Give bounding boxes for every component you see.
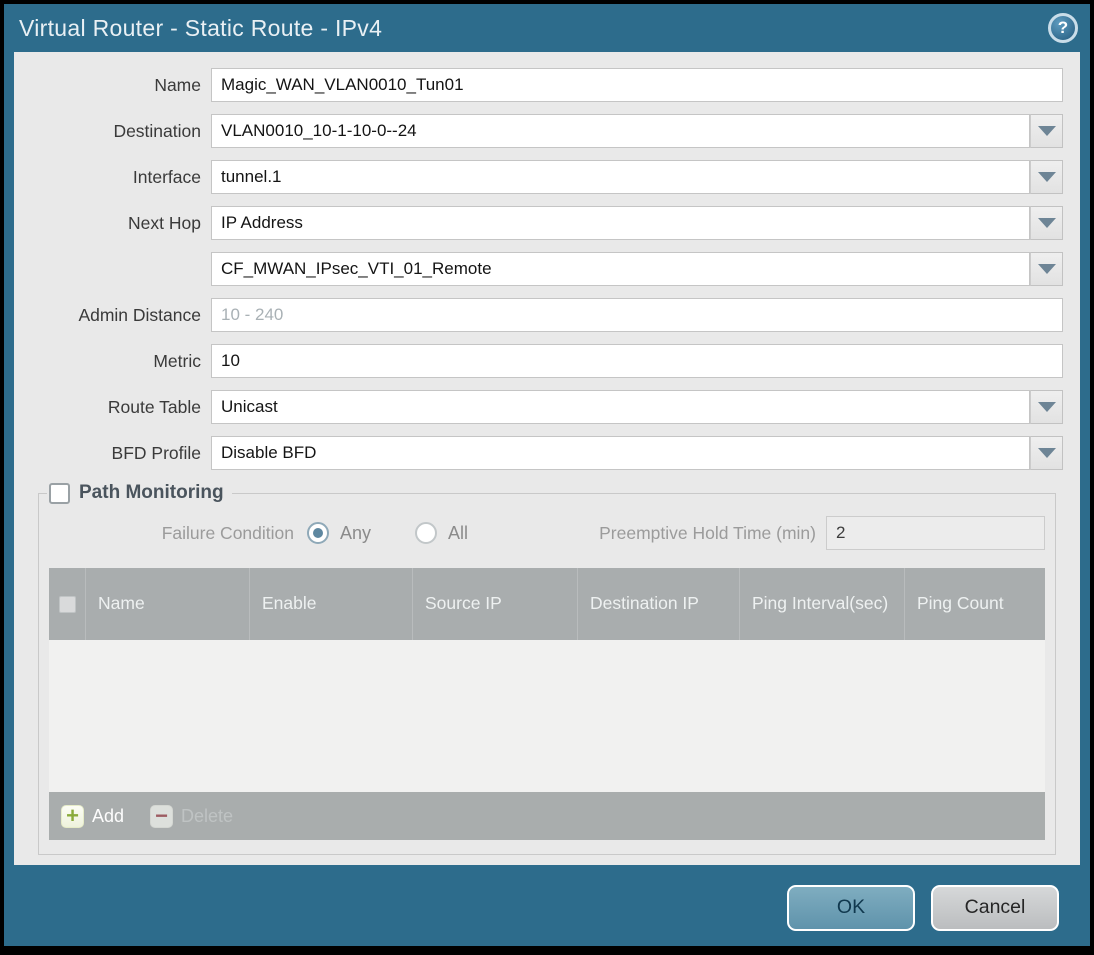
- preemptive-hold-time-label: Preemptive Hold Time (min): [599, 522, 816, 543]
- column-header-name: Name: [85, 568, 249, 640]
- column-header-source-ip: Source IP: [412, 568, 577, 640]
- name-input[interactable]: [211, 68, 1063, 102]
- static-route-dialog: Virtual Router - Static Route - IPv4 ? N…: [4, 4, 1090, 946]
- failure-condition-any-option[interactable]: Any: [307, 522, 371, 544]
- chevron-down-icon: [1037, 172, 1056, 182]
- next-hop-type-dropdown-button[interactable]: [1030, 206, 1063, 240]
- path-monitoring-table: Name Enable Source IP Destination IP Pin…: [49, 568, 1045, 840]
- route-table-label: Route Table: [107, 396, 201, 417]
- path-monitoring-legend: Path Monitoring: [47, 482, 232, 504]
- column-header-ping-interval: Ping Interval(sec): [739, 568, 904, 640]
- interface-dropdown-button[interactable]: [1030, 160, 1063, 194]
- dialog-titlebar: Virtual Router - Static Route - IPv4 ?: [4, 4, 1090, 52]
- metric-label: Metric: [153, 350, 201, 371]
- metric-row: Metric: [31, 344, 1063, 378]
- chevron-down-icon: [1037, 448, 1056, 458]
- radio-all-label: All: [448, 522, 469, 543]
- interface-row: Interface: [31, 160, 1063, 194]
- dialog-content: Name Destination Interface: [14, 52, 1080, 865]
- help-icon[interactable]: ?: [1048, 13, 1078, 43]
- admin-distance-label: Admin Distance: [78, 304, 201, 325]
- route-table-dropdown-button[interactable]: [1030, 390, 1063, 424]
- route-table-row: Route Table: [31, 390, 1063, 424]
- delete-button[interactable]: − Delete: [150, 804, 233, 828]
- plus-icon: +: [61, 804, 84, 828]
- next-hop-address-dropdown-button[interactable]: [1030, 252, 1063, 286]
- path-monitoring-title: Path Monitoring: [79, 482, 224, 503]
- bfd-profile-dropdown-button[interactable]: [1030, 436, 1063, 470]
- column-header-ping-count: Ping Count: [904, 568, 1045, 640]
- dialog-footer: OK Cancel: [4, 865, 1090, 946]
- column-header-enable: Enable: [249, 568, 412, 640]
- bfd-profile-label: BFD Profile: [111, 442, 201, 463]
- name-label: Name: [154, 74, 201, 95]
- failure-condition-row: Failure Condition Any All Preemptive Hol…: [49, 516, 1045, 550]
- table-footer-bar: + Add − Delete: [49, 792, 1045, 840]
- next-hop-label: Next Hop: [128, 212, 201, 233]
- preemptive-hold-time-input[interactable]: [826, 516, 1045, 550]
- radio-any-label: Any: [340, 522, 372, 543]
- interface-label: Interface: [132, 166, 201, 187]
- next-hop-type-input[interactable]: [211, 206, 1030, 240]
- chevron-down-icon: [1037, 126, 1056, 136]
- next-hop-address-input[interactable]: [211, 252, 1030, 286]
- select-all-checkbox[interactable]: [58, 595, 76, 613]
- path-monitoring-checkbox[interactable]: [49, 482, 70, 504]
- destination-input[interactable]: [211, 114, 1030, 148]
- failure-condition-label: Failure Condition: [161, 522, 294, 543]
- table-header-checkbox-cell: [49, 568, 85, 640]
- path-monitoring-section: Path Monitoring Failure Condition Any Al…: [38, 482, 1056, 855]
- table-header-row: Name Enable Source IP Destination IP Pin…: [49, 568, 1045, 640]
- failure-condition-all-option[interactable]: All: [415, 522, 468, 544]
- next-hop-row: Next Hop: [31, 206, 1063, 240]
- destination-dropdown-button[interactable]: [1030, 114, 1063, 148]
- cancel-button[interactable]: Cancel: [931, 884, 1059, 931]
- admin-distance-input[interactable]: [211, 298, 1063, 332]
- radio-all[interactable]: [415, 522, 438, 544]
- add-button[interactable]: + Add: [61, 804, 124, 828]
- radio-any[interactable]: [307, 522, 329, 544]
- next-hop-address-row: [31, 252, 1063, 286]
- table-body-empty: [49, 640, 1045, 792]
- destination-row: Destination: [31, 114, 1063, 148]
- admin-distance-row: Admin Distance: [31, 298, 1063, 332]
- route-table-input[interactable]: [211, 390, 1030, 424]
- minus-icon: −: [150, 804, 174, 828]
- metric-input[interactable]: [211, 344, 1063, 378]
- name-row: Name: [31, 68, 1063, 102]
- bfd-profile-row: BFD Profile: [31, 436, 1063, 470]
- column-header-destination-ip: Destination IP: [577, 568, 739, 640]
- dialog-title: Virtual Router - Static Route - IPv4: [19, 14, 383, 41]
- destination-label: Destination: [113, 120, 201, 141]
- bfd-profile-input[interactable]: [211, 436, 1030, 470]
- chevron-down-icon: [1037, 218, 1056, 228]
- ok-button[interactable]: OK: [787, 884, 915, 931]
- chevron-down-icon: [1037, 264, 1056, 274]
- interface-input[interactable]: [211, 160, 1030, 194]
- chevron-down-icon: [1037, 402, 1056, 412]
